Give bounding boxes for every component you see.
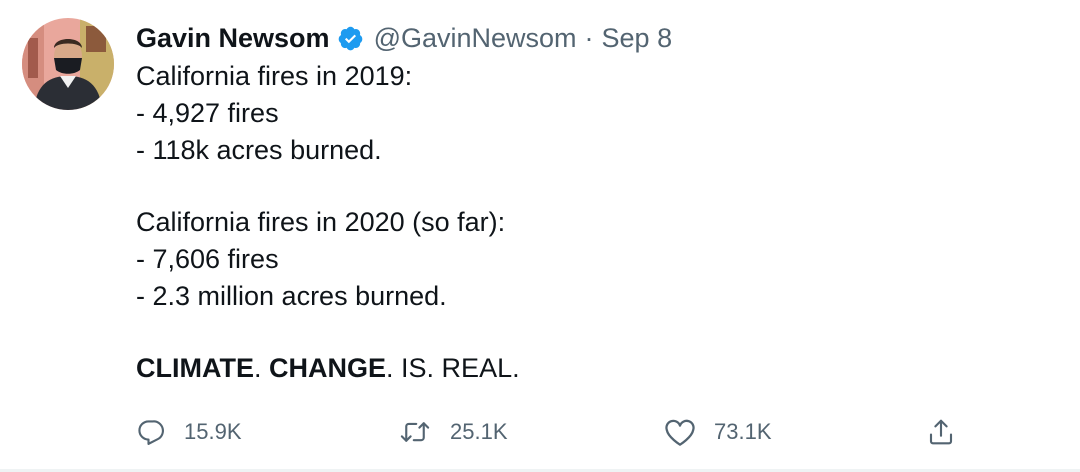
tweet[interactable]: Gavin Newsom @GavinNewsom · Sep 8 Califo… xyxy=(0,0,1080,472)
closing-rest: IS. REAL. xyxy=(393,353,520,383)
closing-period: . xyxy=(253,353,262,383)
tweet-closing-line: CLIMATE. CHANGE. IS. REAL. xyxy=(136,350,1036,387)
closing-period: . xyxy=(386,353,394,383)
separator-dot: · xyxy=(584,22,594,53)
closing-word-climate: CLIMATE xyxy=(136,353,254,383)
like-count: 73.1K xyxy=(714,419,772,444)
tweet-text: California fires in 2019: - 4,927 fires … xyxy=(136,58,1036,387)
tweet-line: - 2.3 million acres burned. xyxy=(136,281,447,311)
tweet-line: California fires in 2019: xyxy=(136,61,413,91)
tweet-line: - 4,927 fires xyxy=(136,98,279,128)
tweet-line: California fires in 2020 (so far): xyxy=(136,207,506,237)
heart-icon xyxy=(664,417,696,447)
tweet-line: - 7,606 fires xyxy=(136,244,279,274)
share-icon xyxy=(926,417,956,447)
share-button[interactable] xyxy=(926,410,956,454)
tweet-actions: 15.9K 25.1K 73.1K xyxy=(136,410,976,454)
reply-button[interactable]: 15.9K xyxy=(136,410,242,454)
tweet-date[interactable]: Sep 8 xyxy=(602,23,673,54)
author-handle[interactable]: @GavinNewsom xyxy=(374,23,577,54)
reply-icon xyxy=(136,417,166,447)
author-name[interactable]: Gavin Newsom xyxy=(136,23,330,54)
closing-word-change: CHANGE xyxy=(269,353,387,383)
reply-count: 15.9K xyxy=(184,419,242,444)
retweet-count: 25.1K xyxy=(450,419,508,444)
verified-badge-icon xyxy=(337,25,364,52)
retweet-icon xyxy=(398,417,432,447)
retweet-button[interactable]: 25.1K xyxy=(398,410,508,454)
like-button[interactable]: 73.1K xyxy=(664,410,772,454)
tweet-line: - 118k acres burned. xyxy=(136,135,382,165)
avatar[interactable] xyxy=(22,18,114,110)
